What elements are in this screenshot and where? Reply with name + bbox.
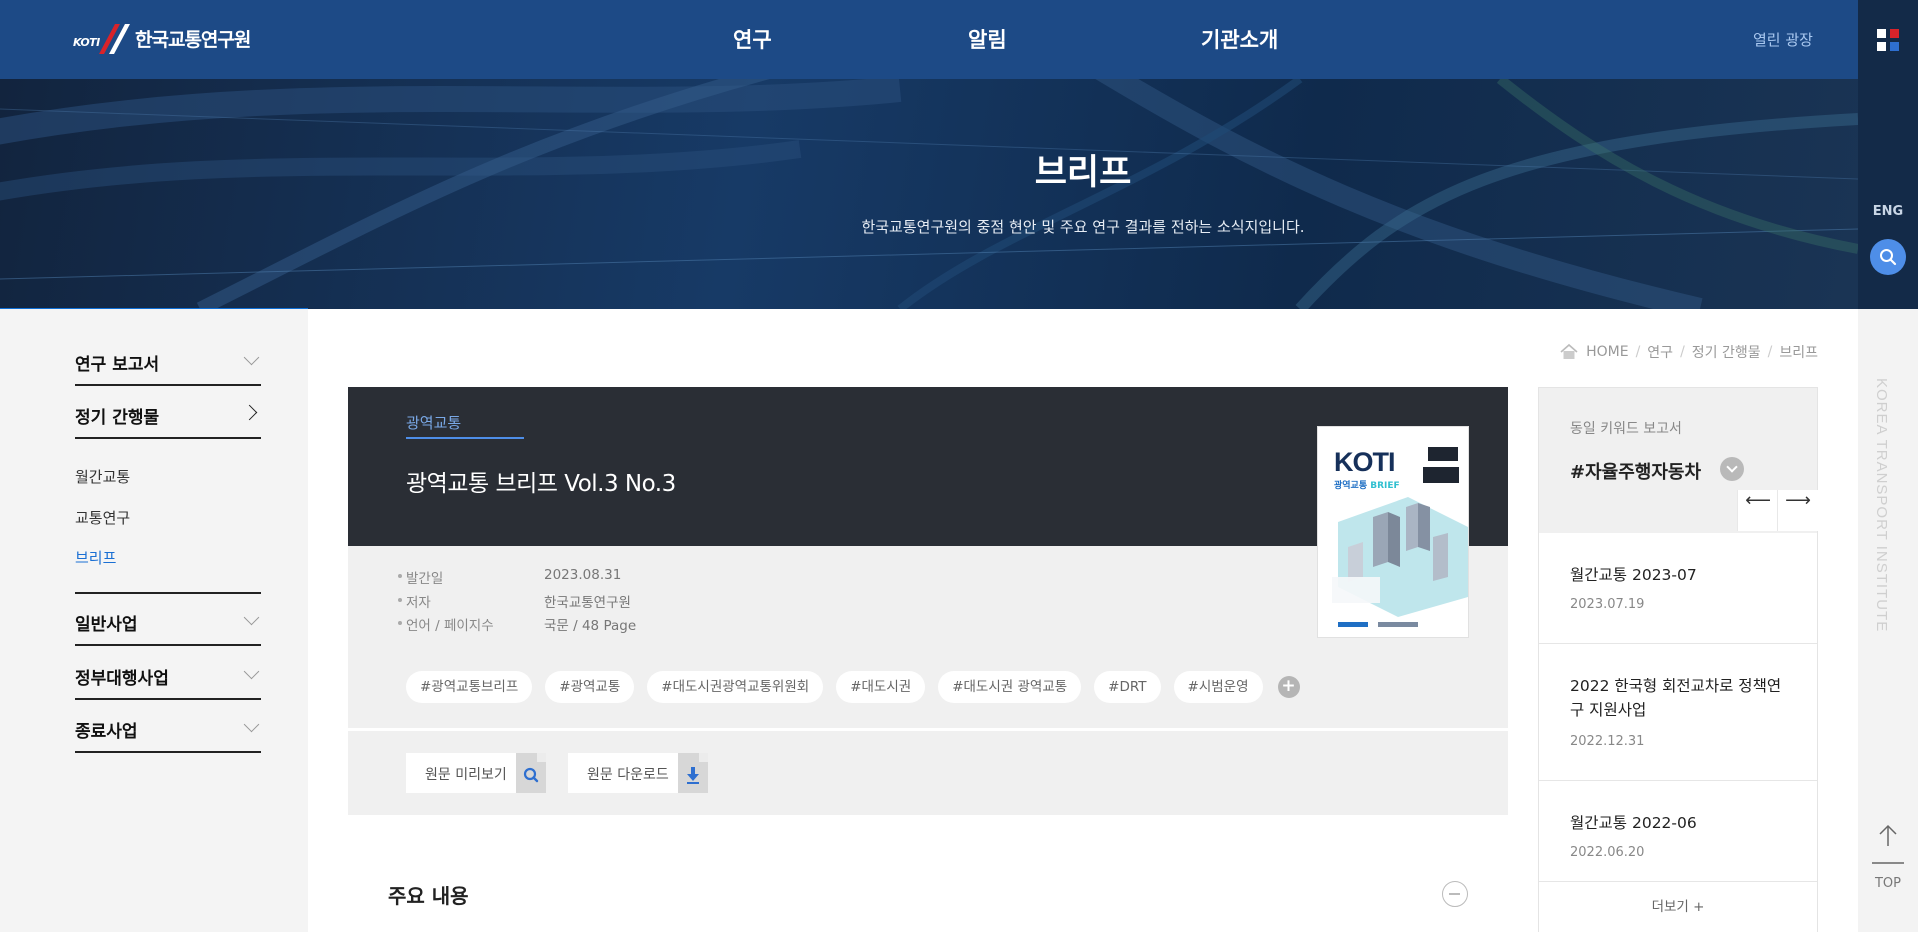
breadcrumb-brief[interactable]: 브리프 [1779,342,1818,362]
related-more-button[interactable]: 더보기 + [1539,895,1817,915]
download-button[interactable]: 원문 다운로드 [568,753,708,793]
arrow-right-icon[interactable]: ⟶ [1777,490,1818,531]
cover-illustration [1332,447,1468,627]
keyword-dropdown-icon[interactable] [1720,457,1744,481]
preview-button[interactable]: 원문 미리보기 [406,753,546,793]
institute-vertical-text: KOREA TRANSPORT INSTITUTE [1873,378,1890,633]
top-header: KOTI 한국교통연구원 연구 알림 기관소개 열린 광장 [0,0,1858,79]
tag[interactable]: #대도시권광역교통위원회 [647,671,824,703]
arrow-left-icon[interactable]: ⟵ [1737,490,1778,531]
collapse-minus-icon[interactable] [1442,881,1468,907]
top-label: TOP [1874,876,1901,891]
home-icon [1560,343,1578,359]
tag[interactable]: #시범운영 [1173,671,1263,703]
doc-title: 광역교통 브리프 Vol.3 No.3 [406,471,676,497]
breadcrumb-periodicals[interactable]: 정기 간행물 [1692,342,1761,362]
download-label: 원문 다운로드 [587,767,669,783]
page-title: 브리프 [1034,153,1132,193]
more-tags-plus-icon[interactable]: + [1277,676,1300,698]
download-icon [678,753,708,793]
sidebar-item-completed[interactable]: 종료사업 [75,701,261,753]
sidebar-item-label: 종료사업 [75,722,138,742]
magnifier-icon [516,753,546,793]
search-button[interactable] [1870,239,1906,275]
sidebar-item-label: 정기 간행물 [75,408,160,428]
doc-cover-image[interactable]: KOTI 광역교통 BRIEF [1318,427,1468,637]
sidebar-item-periodicals[interactable]: 정기 간행물 [75,387,261,439]
logo-prefix: KOTI [73,36,100,49]
related-item[interactable]: 2022 한국형 회전교차로 정책연구 지원사업 2022.12.31 [1539,644,1817,781]
page-subtitle: 한국교통연구원의 중점 현안 및 주요 연구 결과를 전하는 소식지입니다. [861,218,1305,236]
related-header: 동일 키워드 보고서 #자율주행자동차 ⟵ ⟶ [1539,388,1818,533]
meta-key: 저자 [398,591,431,611]
sidebar-item-label: 연구 보고서 [75,355,160,375]
sitemap-grid-icon[interactable] [1877,29,1899,51]
tag[interactable]: #광역교통 [545,671,635,703]
right-rail: ENG KOREA TRANSPORT INSTITUTE TOP [1858,0,1918,932]
tag[interactable]: #대도시권 광역교통 [938,671,1082,703]
logo-name: 한국교통연구원 [135,28,251,51]
nav-notice[interactable]: 알림 [968,24,1007,54]
related-item-date: 2023.07.19 [1570,597,1645,612]
chevron-down-icon [243,609,260,626]
related-item-date: 2022.12.31 [1570,734,1645,749]
sidebar-subitem-brief[interactable]: 브리프 [75,547,116,568]
chevron-down-icon [243,349,260,366]
sidebar-item-label: 일반사업 [75,615,138,635]
keyword-tags: #광역교통브리프 #광역교통 #대도시권광역교통위원회 #대도시권 #대도시권 … [406,671,1300,703]
chevron-down-icon [243,663,260,680]
related-label: 동일 키워드 보고서 [1570,421,1682,437]
hero-banner: 브리프 한국교통연구원의 중점 현안 및 주요 연구 결과를 전하는 소식지입니… [0,79,1858,309]
tag[interactable]: #DRT [1094,671,1161,703]
meta-value: 국문 / 48 Page [544,618,637,634]
related-item[interactable]: 월간교통 2023-07 2023.07.19 [1539,533,1817,644]
nav-research[interactable]: 연구 [733,24,772,54]
chevron-right-icon [241,404,258,421]
meta-key: 발간일 [397,567,443,587]
sidebar-subitem-journal[interactable]: 교통연구 [75,507,130,528]
meta-value: 2023.08.31 [544,567,622,583]
rail-top: ENG [1858,0,1918,309]
related-item-title: 2022 한국형 회전교차로 정책연구 지원사업 [1570,677,1782,719]
category-underline [406,437,524,439]
sidebar-subitem-monthly[interactable]: 월간교통 [75,466,130,487]
search-icon [1880,249,1897,266]
preview-label: 원문 미리보기 [425,767,507,783]
tag[interactable]: #광역교통브리프 [406,671,533,703]
scroll-top-button[interactable]: TOP [1858,820,1918,900]
summary-heading: 주요 내용 [388,884,469,908]
sidebar-item-general[interactable]: 일반사업 [75,594,261,646]
breadcrumb-home[interactable]: HOME [1586,344,1628,360]
sidebar-item-government[interactable]: 정부대행사업 [75,648,261,700]
nav-about[interactable]: 기관소개 [1201,24,1278,54]
language-eng-button[interactable]: ENG [1858,204,1918,219]
logo-mark: KOTI [73,22,130,54]
breadcrumb-research[interactable]: 연구 [1647,342,1673,362]
site-logo[interactable]: KOTI 한국교통연구원 [73,22,251,54]
related-keyword: #자율주행자동차 [1570,462,1702,483]
open-plaza-link[interactable]: 열린 광장 [1753,29,1813,50]
sidebar-item-label: 정부대행사업 [75,669,169,689]
related-item-date: 2022.06.20 [1570,845,1645,860]
tag[interactable]: #대도시권 [836,671,926,703]
sidebar-item-reports[interactable]: 연구 보고서 [75,334,261,386]
related-item-title: 월간교통 2022-06 [1570,814,1697,832]
meta-key: 언어 / 페이지수 [398,614,494,634]
breadcrumb: HOME / 연구 / 정기 간행물 / 브리프 [1559,342,1818,362]
doc-category[interactable]: 광역교통 [406,412,461,433]
chevron-down-icon [243,716,260,733]
related-reports-panel: 동일 키워드 보고서 #자율주행자동차 ⟵ ⟶ 월간교통 2023-07 202… [1538,387,1818,932]
related-item[interactable]: 월간교통 2022-06 2022.06.20 [1539,781,1817,882]
arrow-up-icon [1872,824,1904,864]
meta-value: 한국교통연구원 [544,595,631,611]
related-item-title: 월간교통 2023-07 [1570,566,1697,584]
